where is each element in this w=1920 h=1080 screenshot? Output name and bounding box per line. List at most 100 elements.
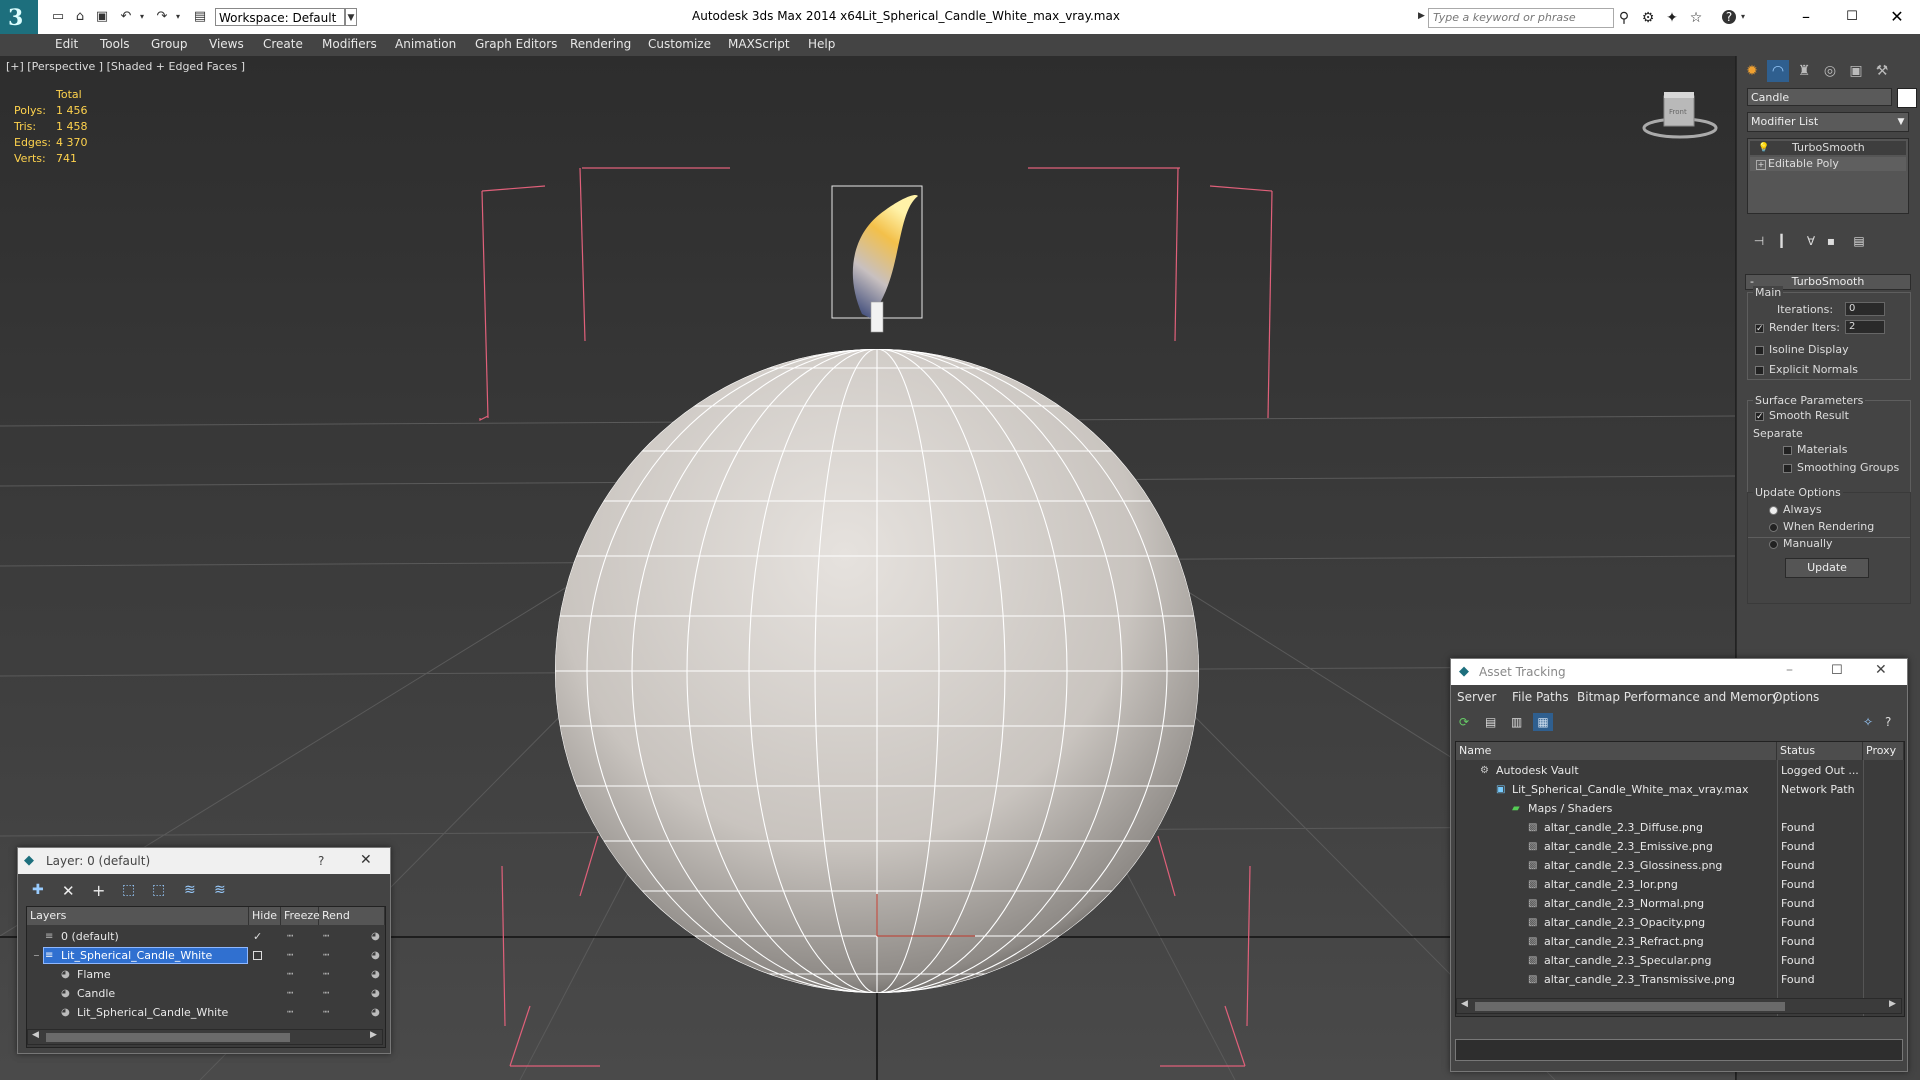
menu-tools[interactable]: Tools — [100, 37, 130, 51]
redo-dropdown-icon[interactable]: ▾ — [170, 9, 186, 25]
layers-column-header[interactable]: Layers — [27, 907, 249, 925]
menu-group[interactable]: Group — [151, 37, 188, 51]
viewcube[interactable]: Front — [1642, 92, 1718, 139]
hide-toggle[interactable]: ┉ — [287, 965, 293, 984]
asset-row[interactable]: ⚙ Autodesk Vault Logged Out ... — [1456, 761, 1904, 780]
smooth-result-checkbox[interactable]: ✓ — [1755, 412, 1764, 422]
hide-all-icon[interactable]: ≋ — [184, 882, 196, 898]
asset-row[interactable]: ▧ altar_candle_2.3_Opacity.png Found — [1456, 913, 1904, 932]
open-file-icon[interactable]: ⌂ — [72, 9, 88, 25]
hierarchy-tab-icon[interactable]: ♜ — [1793, 60, 1815, 82]
close-button[interactable]: ✕ — [1874, 5, 1920, 29]
asset-dialog-maximize-button[interactable]: ☐ — [1831, 663, 1843, 678]
scroll-right-icon[interactable]: ▶ — [370, 1030, 377, 1040]
hide-toggle[interactable]: ┉ — [287, 927, 293, 946]
asset-dialog-title-bar[interactable]: ◆ Asset Tracking – ☐ ✕ — [1451, 659, 1907, 685]
utilities-tab-icon[interactable]: ⚒ — [1871, 60, 1893, 82]
render-iters-checkbox[interactable]: ✓ — [1755, 324, 1764, 334]
collapse-icon[interactable]: − — [33, 946, 40, 965]
lightbulb-icon[interactable]: 💡 — [1758, 141, 1769, 155]
asset-dialog-close-button[interactable]: ✕ — [1875, 662, 1887, 678]
stack-item-turbosmooth[interactable]: 💡 TurboSmooth — [1750, 141, 1906, 155]
asset-row[interactable]: ▧ altar_candle_2.3_Glossiness.png Found — [1456, 856, 1904, 875]
search-input[interactable]: Type a keyword or phrase — [1428, 8, 1614, 28]
set-active-checkbox[interactable] — [253, 951, 262, 960]
asset-path-field[interactable] — [1455, 1039, 1903, 1061]
render-column-header[interactable]: Rend — [319, 907, 385, 925]
asset-row[interactable]: ▧ altar_candle_2.3_Transmissive.png Foun… — [1456, 970, 1904, 989]
freeze-toggle[interactable]: ┉ — [323, 984, 329, 1003]
maximize-button[interactable]: ☐ — [1829, 5, 1875, 29]
table-view-icon[interactable]: ▦ — [1533, 713, 1553, 731]
refresh-icon[interactable]: ⟳ — [1459, 715, 1469, 729]
iterations-spinner[interactable]: 0 — [1845, 302, 1885, 316]
search-expand-icon[interactable]: ▶ — [1418, 11, 1425, 21]
proxy-column-header[interactable]: Proxy — [1863, 742, 1904, 760]
freeze-toggle[interactable]: ┉ — [323, 965, 329, 984]
asset-row[interactable]: ▧ altar_candle_2.3_Specular.png Found — [1456, 951, 1904, 970]
modifier-list-chevron-icon[interactable]: ▼ — [1895, 114, 1907, 130]
vault-settings-icon[interactable]: ✧ — [1863, 715, 1873, 729]
layer-object-row[interactable]: ◕ Candle ┉ ┉ ◕ — [27, 984, 385, 1003]
asset-row[interactable]: ▧ altar_candle_2.3_Diffuse.png Found — [1456, 818, 1904, 837]
layer-row[interactable]: − ≡ Lit_Spherical_Candle_White ┉ ┉ ◕ — [27, 946, 385, 965]
save-file-icon[interactable]: ▣ — [94, 9, 110, 25]
render-iters-spinner[interactable]: 2 — [1845, 320, 1885, 334]
menu-views[interactable]: Views — [209, 37, 244, 51]
scroll-thumb[interactable] — [1475, 1002, 1785, 1011]
name-column-header[interactable]: Name — [1456, 742, 1777, 760]
list-view-icon[interactable]: ▤ — [1485, 715, 1496, 729]
asset-row[interactable]: ▧ altar_candle_2.3_Refract.png Found — [1456, 932, 1904, 951]
help-dropdown-icon[interactable]: ▾ — [1741, 12, 1745, 21]
minimize-button[interactable]: – — [1783, 5, 1829, 29]
hide-toggle[interactable]: ┉ — [287, 984, 293, 1003]
asset-horizontal-scrollbar[interactable]: ◀ ▶ — [1456, 998, 1902, 1014]
layer-horizontal-scrollbar[interactable]: ◀ ▶ — [27, 1029, 383, 1045]
display-tab-icon[interactable]: ▣ — [1845, 60, 1867, 82]
render-teapot-icon[interactable]: ◕ — [371, 946, 380, 965]
freeze-toggle[interactable]: ┉ — [323, 946, 329, 965]
highlight-layer-icon[interactable]: ⬚ — [152, 882, 165, 898]
scroll-thumb[interactable] — [46, 1033, 290, 1042]
manually-radio[interactable] — [1769, 540, 1778, 549]
workspace-selector[interactable]: Workspace: Default — [215, 8, 345, 26]
delete-layer-icon[interactable]: ✕ — [62, 882, 75, 900]
thumbnail-view-icon[interactable]: ▥ — [1511, 715, 1522, 729]
freeze-toggle[interactable]: ┉ — [323, 927, 329, 946]
menu-graph-editors[interactable]: Graph Editors — [475, 37, 557, 51]
asset-row[interactable]: ▰ Maps / Shaders — [1456, 799, 1904, 818]
asset-menu-options[interactable]: Options — [1773, 690, 1819, 704]
communication-icon[interactable]: ✦ — [1664, 10, 1680, 26]
menu-help[interactable]: Help — [808, 37, 835, 51]
explicit-normals-checkbox[interactable] — [1755, 366, 1764, 375]
menu-customize[interactable]: Customize — [648, 37, 711, 51]
scroll-right-icon[interactable]: ▶ — [1889, 999, 1896, 1009]
menu-maxscript[interactable]: MAXScript — [728, 37, 790, 51]
new-file-icon[interactable]: ▭ — [50, 9, 66, 25]
freeze-all-icon[interactable]: ≋ — [214, 882, 226, 898]
make-unique-icon[interactable]: ∀ — [1801, 234, 1821, 252]
menu-edit[interactable]: Edit — [55, 37, 78, 51]
subscription-icon[interactable]: ⚙ — [1640, 10, 1656, 26]
status-column-header[interactable]: Status — [1777, 742, 1863, 760]
create-tab-icon[interactable]: ✹ — [1741, 60, 1763, 82]
menu-animation[interactable]: Animation — [395, 37, 456, 51]
add-to-layer-icon[interactable]: + — [92, 881, 105, 900]
hide-column-header[interactable]: Hide — [249, 907, 281, 925]
object-name-field[interactable]: Candle — [1747, 88, 1892, 106]
menu-create[interactable]: Create — [263, 37, 303, 51]
asset-menu-file[interactable]: File — [1512, 690, 1532, 704]
materials-checkbox[interactable] — [1783, 446, 1792, 455]
scroll-left-icon[interactable]: ◀ — [1461, 999, 1468, 1009]
project-folder-icon[interactable]: ▤ — [192, 9, 208, 25]
modify-tab-icon[interactable]: ◠ — [1767, 60, 1789, 82]
app-menu-button[interactable]: 3 — [0, 0, 38, 34]
asset-row[interactable]: ▧ altar_candle_2.3_Ior.png Found — [1456, 875, 1904, 894]
asset-row[interactable]: ▧ altar_candle_2.3_Emissive.png Found — [1456, 837, 1904, 856]
object-color-swatch[interactable] — [1897, 88, 1917, 108]
viewport-label[interactable]: [+] [Perspective ] [Shaded + Edged Faces… — [6, 60, 245, 73]
show-end-result-icon[interactable]: ▎ — [1775, 234, 1795, 252]
freeze-toggle[interactable]: ┉ — [323, 1003, 329, 1022]
undo-icon[interactable]: ↶ — [118, 9, 134, 25]
help-asset-icon[interactable]: ? — [1885, 715, 1891, 729]
